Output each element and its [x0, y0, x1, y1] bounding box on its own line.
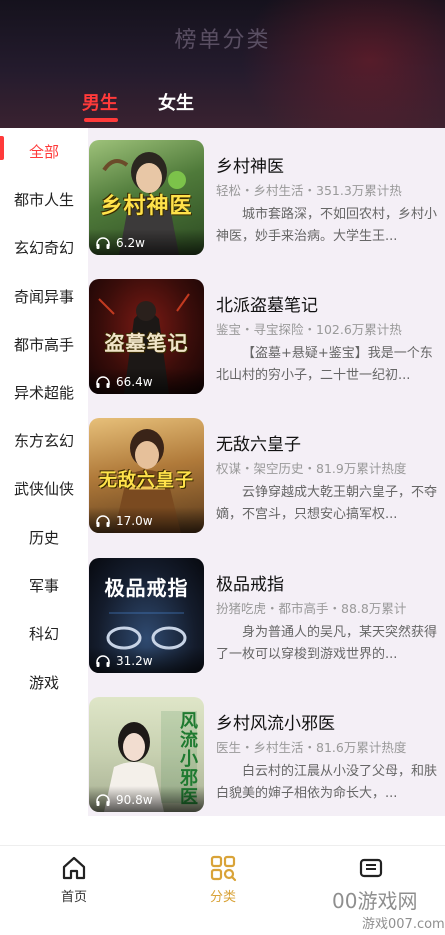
home-icon — [62, 856, 86, 880]
cover-title: 极品戒指 — [104, 576, 189, 600]
listen-badge: 17.0w — [89, 507, 204, 533]
sidebar-item-superpower[interactable]: 异术超能 — [0, 376, 88, 410]
book-description: 城市套路深，不如回农村，乡村小神医，妙手来治病。大学生王... — [216, 207, 438, 244]
watermark-line1: 00游戏网 — [332, 889, 418, 913]
book-cover[interactable]: 无敌六皇子 17.0w — [89, 418, 204, 533]
book-meta: 扮猪吃虎・都市高手・88.8万累计 — [216, 601, 407, 616]
book-title[interactable]: 乡村神医 — [216, 152, 284, 177]
listen-badge: 90.8w — [89, 786, 204, 812]
listen-badge: 6.2w — [89, 229, 204, 255]
listen-count: 90.8w — [116, 793, 153, 807]
tab-male[interactable]: 男生 — [82, 89, 118, 115]
watermark: 00游戏网 游戏007.com — [332, 885, 445, 935]
book-meta: 医生・乡村生活・81.6万累计热度 — [216, 740, 407, 755]
sidebar-item-strange-tales[interactable]: 奇闻异事 — [0, 280, 88, 314]
listen-count: 66.4w — [116, 375, 153, 389]
headphones-icon — [96, 515, 110, 527]
book-item[interactable]: 风流小邪医 90.8w 乡村风流小邪医 医生・乡村生活・81.6万累计热度 白云… — [88, 685, 445, 815]
sidebar-item-eastern-fantasy[interactable]: 东方玄幻 — [0, 424, 88, 458]
nav-game[interactable] — [341, 854, 401, 886]
book-description: 云铮穿越成大乾王朝六皇子，不夺嫡，不宫斗，只想安心搞军权... — [216, 485, 438, 522]
book-list: 乡村神医 6.2w 乡村神医 轻松・乡村生活・351.3万累计热 城市套路深，不… — [88, 128, 445, 816]
book-cover[interactable]: 乡村神医 6.2w — [89, 140, 204, 255]
listen-count: 6.2w — [116, 236, 145, 250]
book-item[interactable]: 无敌六皇子 17.0w 无敌六皇子 权谋・架空历史・81.9万累计热度 云铮穿越… — [88, 406, 445, 536]
book-meta: 轻松・乡村生活・351.3万累计热 — [216, 183, 402, 198]
sidebar-item-urban-life[interactable]: 都市人生 — [0, 183, 88, 217]
nav-category-label: 分类 — [209, 890, 236, 905]
game-icon — [359, 858, 383, 878]
book-description: 【盗墓+悬疑+鉴宝】我是一个东北山村的穷小子，二十世一纪初... — [216, 346, 433, 383]
cover-title: 盗墓笔记 — [104, 331, 189, 355]
headphones-icon — [96, 237, 110, 249]
cover-title: 无敌六皇子 — [99, 470, 194, 491]
cover-title: 乡村神医 — [100, 194, 193, 219]
book-title[interactable]: 无敌六皇子 — [216, 430, 301, 455]
sidebar-item-all[interactable]: 全部 — [0, 135, 88, 169]
sidebar-item-scifi[interactable]: 科幻 — [0, 617, 88, 651]
nav-category[interactable]: 分类 — [193, 854, 253, 905]
book-item[interactable]: 乡村神医 6.2w 乡村神医 轻松・乡村生活・351.3万累计热 城市套路深，不… — [88, 128, 445, 258]
category-sidebar: 全部 都市人生 玄幻奇幻 奇闻异事 都市高手 异术超能 东方玄幻 武侠仙侠 历史… — [0, 128, 88, 816]
sidebar-item-military[interactable]: 军事 — [0, 569, 88, 603]
grid-search-icon — [210, 855, 237, 882]
listen-badge: 66.4w — [89, 368, 204, 394]
listen-count: 31.2w — [116, 654, 153, 668]
book-cover[interactable]: 盗墓笔记 66.4w — [89, 279, 204, 394]
headphones-icon — [96, 655, 110, 667]
nav-home[interactable]: 首页 — [44, 854, 104, 905]
headphones-icon — [96, 376, 110, 388]
book-item[interactable]: 极品戒指 31.2w 极品戒指 扮猪吃虎・都市高手・88.8万累计 身为普通人的… — [88, 546, 445, 676]
sidebar-item-urban-expert[interactable]: 都市高手 — [0, 328, 88, 362]
watermark-line2: 游戏007.com — [362, 917, 445, 932]
book-meta: 权谋・架空历史・81.9万累计热度 — [216, 461, 407, 476]
book-title[interactable]: 北派盗墓笔记 — [216, 291, 318, 316]
tab-active-indicator — [84, 118, 118, 122]
sidebar-item-game[interactable]: 游戏 — [0, 666, 88, 700]
book-item[interactable]: 盗墓笔记 66.4w 北派盗墓笔记 鉴宝・寻宝探险・102.6万累计热 【盗墓+… — [88, 267, 445, 397]
book-description: 白云村的江晨从小没了父母，和肤白貌美的婶子相依为命长大，... — [216, 764, 438, 801]
headphones-icon — [96, 794, 110, 806]
book-meta: 鉴宝・寻宝探险・102.6万累计热 — [216, 322, 402, 337]
header: 榜单分类 男生 女生 — [0, 0, 445, 128]
page-title: 榜单分类 — [174, 28, 271, 53]
book-cover[interactable]: 极品戒指 31.2w — [89, 558, 204, 673]
book-title[interactable]: 极品戒指 — [216, 570, 284, 595]
tab-female[interactable]: 女生 — [158, 89, 194, 115]
listen-badge: 31.2w — [89, 647, 204, 673]
book-title[interactable]: 乡村风流小邪医 — [216, 709, 335, 734]
sidebar-item-fantasy[interactable]: 玄幻奇幻 — [0, 231, 88, 265]
book-cover[interactable]: 风流小邪医 90.8w — [89, 697, 204, 812]
nav-home-label: 首页 — [60, 890, 87, 905]
sidebar-item-wuxia[interactable]: 武侠仙侠 — [0, 472, 88, 506]
sidebar-item-history[interactable]: 历史 — [0, 521, 88, 555]
listen-count: 17.0w — [116, 514, 153, 528]
book-description: 身为普通人的吴凡，某天突然获得了一枚可以穿梭到游戏世界的... — [216, 625, 438, 662]
